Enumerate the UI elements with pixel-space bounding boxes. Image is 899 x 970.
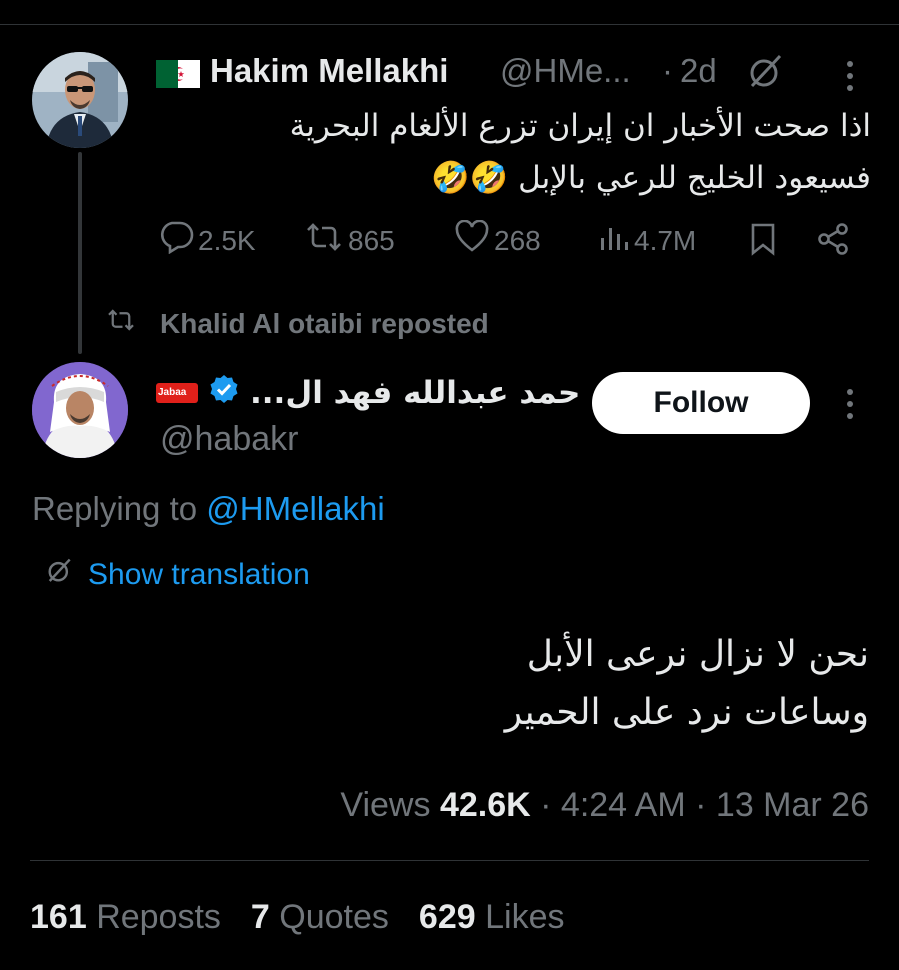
author-handle[interactable]: @HMe... <box>500 52 631 90</box>
grok-translate-icon <box>44 556 74 594</box>
reply-button[interactable]: 2.5K <box>158 220 256 261</box>
replying-to-link[interactable]: @HMellakhi <box>206 490 384 527</box>
reply-icon <box>158 220 194 261</box>
tweet-meta: Views 42.6K · 4:24 AM · 13 Mar 26 <box>340 786 869 825</box>
thread-connector-line <box>78 152 82 354</box>
reply-count: 2.5K <box>198 224 256 256</box>
reply-tweet-text: نحن لا نزال نرعى الأبل وساعات نرد على ال… <box>169 626 869 742</box>
replying-to: Replying to @HMellakhi <box>32 490 385 528</box>
grok-icon[interactable] <box>744 52 786 92</box>
views-chart-icon <box>598 220 630 261</box>
show-translation-link[interactable]: Show translation <box>44 556 310 594</box>
show-translation-label: Show translation <box>88 558 310 591</box>
likes-label: Likes <box>485 898 565 936</box>
tweet-time[interactable]: 2d <box>680 52 717 90</box>
avatar-hakim[interactable] <box>32 52 128 148</box>
jabaa-badge: Jabaa <box>156 383 198 403</box>
repost-count: 865 <box>348 224 395 256</box>
tweet-timestamp[interactable]: 4:24 AM <box>561 786 686 824</box>
reply-author-handle[interactable]: @habakr <box>160 420 298 459</box>
repost-button[interactable]: 865 <box>304 220 395 261</box>
views-label: Views <box>340 786 431 824</box>
more-options-icon[interactable] <box>840 58 860 94</box>
like-count: 268 <box>494 224 541 256</box>
bookmark-icon[interactable] <box>748 222 778 256</box>
reposts-label: Reposts <box>96 898 221 936</box>
author-name[interactable]: Hakim Mellakhi <box>210 52 448 90</box>
separator-dot: · <box>662 52 673 89</box>
views-total[interactable]: 42.6K <box>440 786 531 824</box>
tweet-text-line: فسيعود الخليج للرعي بالإبل 🤣🤣 <box>431 160 871 196</box>
top-divider <box>0 24 899 25</box>
tweet-text-line: اذا صحت الأخبار ان إيران تزرع الألغام ال… <box>289 108 871 144</box>
heart-icon <box>454 219 490 261</box>
repost-icon <box>304 220 344 261</box>
tweet-text: اذا صحت الأخبار ان إيران تزرع الألغام ال… <box>171 100 871 204</box>
reposts-count: 161 <box>30 898 87 936</box>
likes-count: 629 <box>418 898 476 936</box>
reply-text-line: نحن لا نزال نرعى الأبل <box>526 634 869 675</box>
reply-text-line: وساعات نرد على الحمير <box>504 692 869 733</box>
tweet-date[interactable]: 13 Mar 26 <box>716 786 869 824</box>
like-button[interactable]: 268 <box>454 219 541 261</box>
verified-badge-icon <box>208 373 240 413</box>
reposts-stat[interactable]: 161 Reposts <box>30 898 221 937</box>
quotes-label: Quotes <box>279 898 389 936</box>
views-count: 4.7M <box>634 224 697 256</box>
repost-banner-icon <box>106 307 136 340</box>
reply-author-name: حمد عبدالله فهد ال... <box>250 375 581 411</box>
avatar-habakr[interactable] <box>32 362 128 458</box>
replying-prefix: Replying to <box>32 490 198 527</box>
jabaa-badge-text: Jabaa <box>158 387 187 398</box>
share-icon[interactable] <box>816 222 850 256</box>
repost-banner[interactable]: Khalid Al otaibi reposted <box>106 307 489 340</box>
meta-dot: · <box>540 786 552 824</box>
reply-author-row[interactable]: Jabaa حمد عبدالله فهد ال... <box>156 373 580 413</box>
meta-dot: · <box>695 786 707 824</box>
repost-banner-text: Khalid Al otaibi reposted <box>160 307 489 339</box>
stats-divider <box>30 860 869 861</box>
quotes-count: 7 <box>250 898 270 936</box>
algeria-flag-icon <box>156 60 200 88</box>
engagement-stats: 161 Reposts 7 Quotes 629 Likes <box>30 898 564 937</box>
quotes-stat[interactable]: 7 Quotes <box>251 898 389 937</box>
follow-button[interactable]: Follow <box>592 372 810 434</box>
views-button[interactable]: 4.7M <box>598 220 696 261</box>
reply-more-options-icon[interactable] <box>840 386 860 422</box>
likes-stat[interactable]: 629 Likes <box>419 898 565 937</box>
